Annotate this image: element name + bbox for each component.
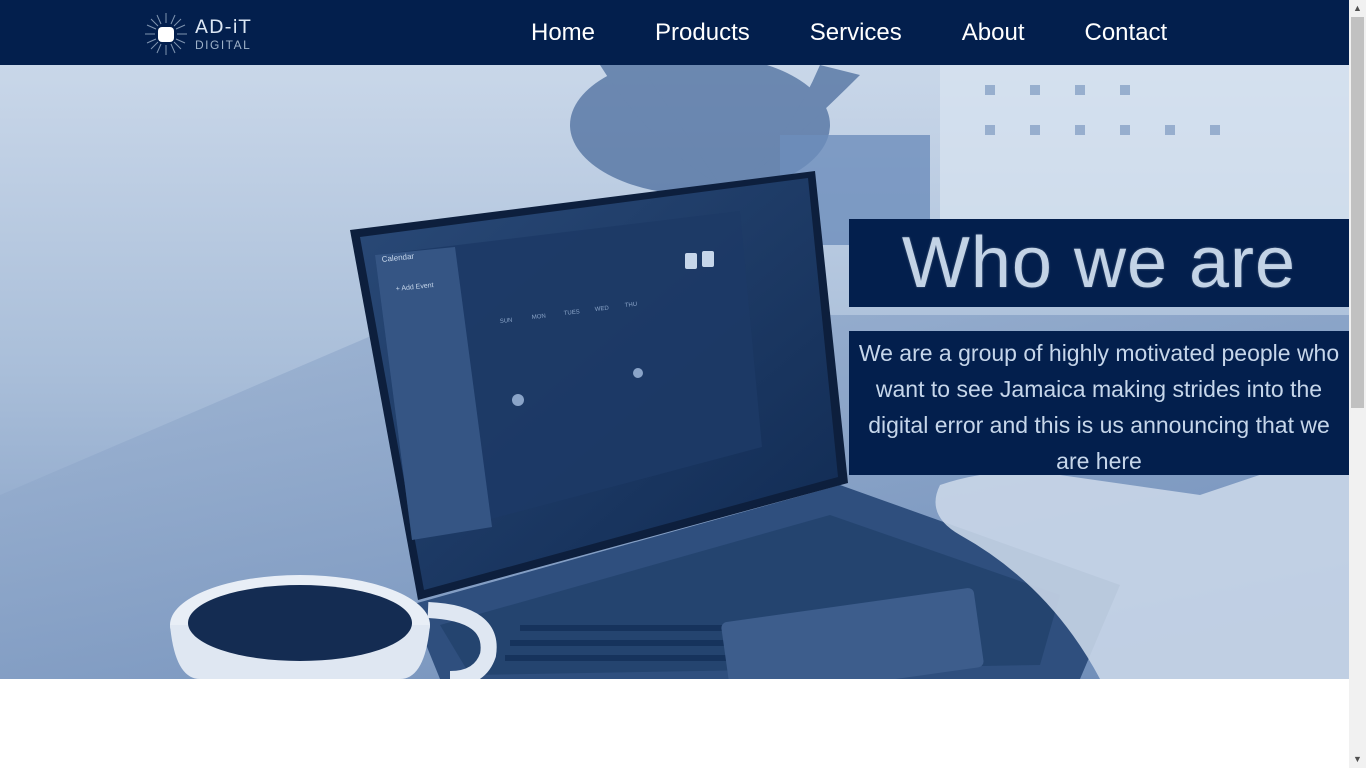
page: AD-iT DIGITAL Home Products Services Abo… [0, 0, 1366, 768]
logo-burst-icon [145, 13, 187, 55]
hero-section: Calendar + Add Event SUN MON TUES WED TH… [0, 65, 1349, 679]
vertical-scrollbar[interactable]: ▲ ▼ [1349, 0, 1366, 768]
nav-contact[interactable]: Contact [1085, 0, 1168, 65]
arrow-down-icon[interactable]: ▼ [1349, 751, 1366, 768]
nav-services[interactable]: Services [810, 0, 902, 65]
hero-description: We are a group of highly motivated peopl… [858, 340, 1340, 474]
arrow-up-icon[interactable]: ▲ [1349, 0, 1366, 17]
hero-description-band: We are a group of highly motivated peopl… [849, 331, 1349, 475]
brand-wordmark: AD-iT DIGITAL [195, 16, 252, 52]
main-nav: Home Products Services About Contact [531, 0, 1167, 65]
top-navbar: AD-iT DIGITAL Home Products Services Abo… [0, 0, 1349, 65]
svg-text:THU: THU [625, 302, 638, 309]
hero-title-band: Who we are [849, 219, 1349, 307]
scrollbar-thumb[interactable] [1351, 17, 1364, 408]
brand-name-line1: AD-iT [195, 16, 252, 38]
hero-title: Who we are [901, 223, 1297, 303]
nav-about[interactable]: About [962, 0, 1025, 65]
brand-name-line2: DIGITAL [195, 38, 252, 52]
nav-products[interactable]: Products [655, 0, 750, 65]
nav-home[interactable]: Home [531, 0, 595, 65]
brand-logo[interactable]: AD-iT DIGITAL [143, 11, 255, 57]
